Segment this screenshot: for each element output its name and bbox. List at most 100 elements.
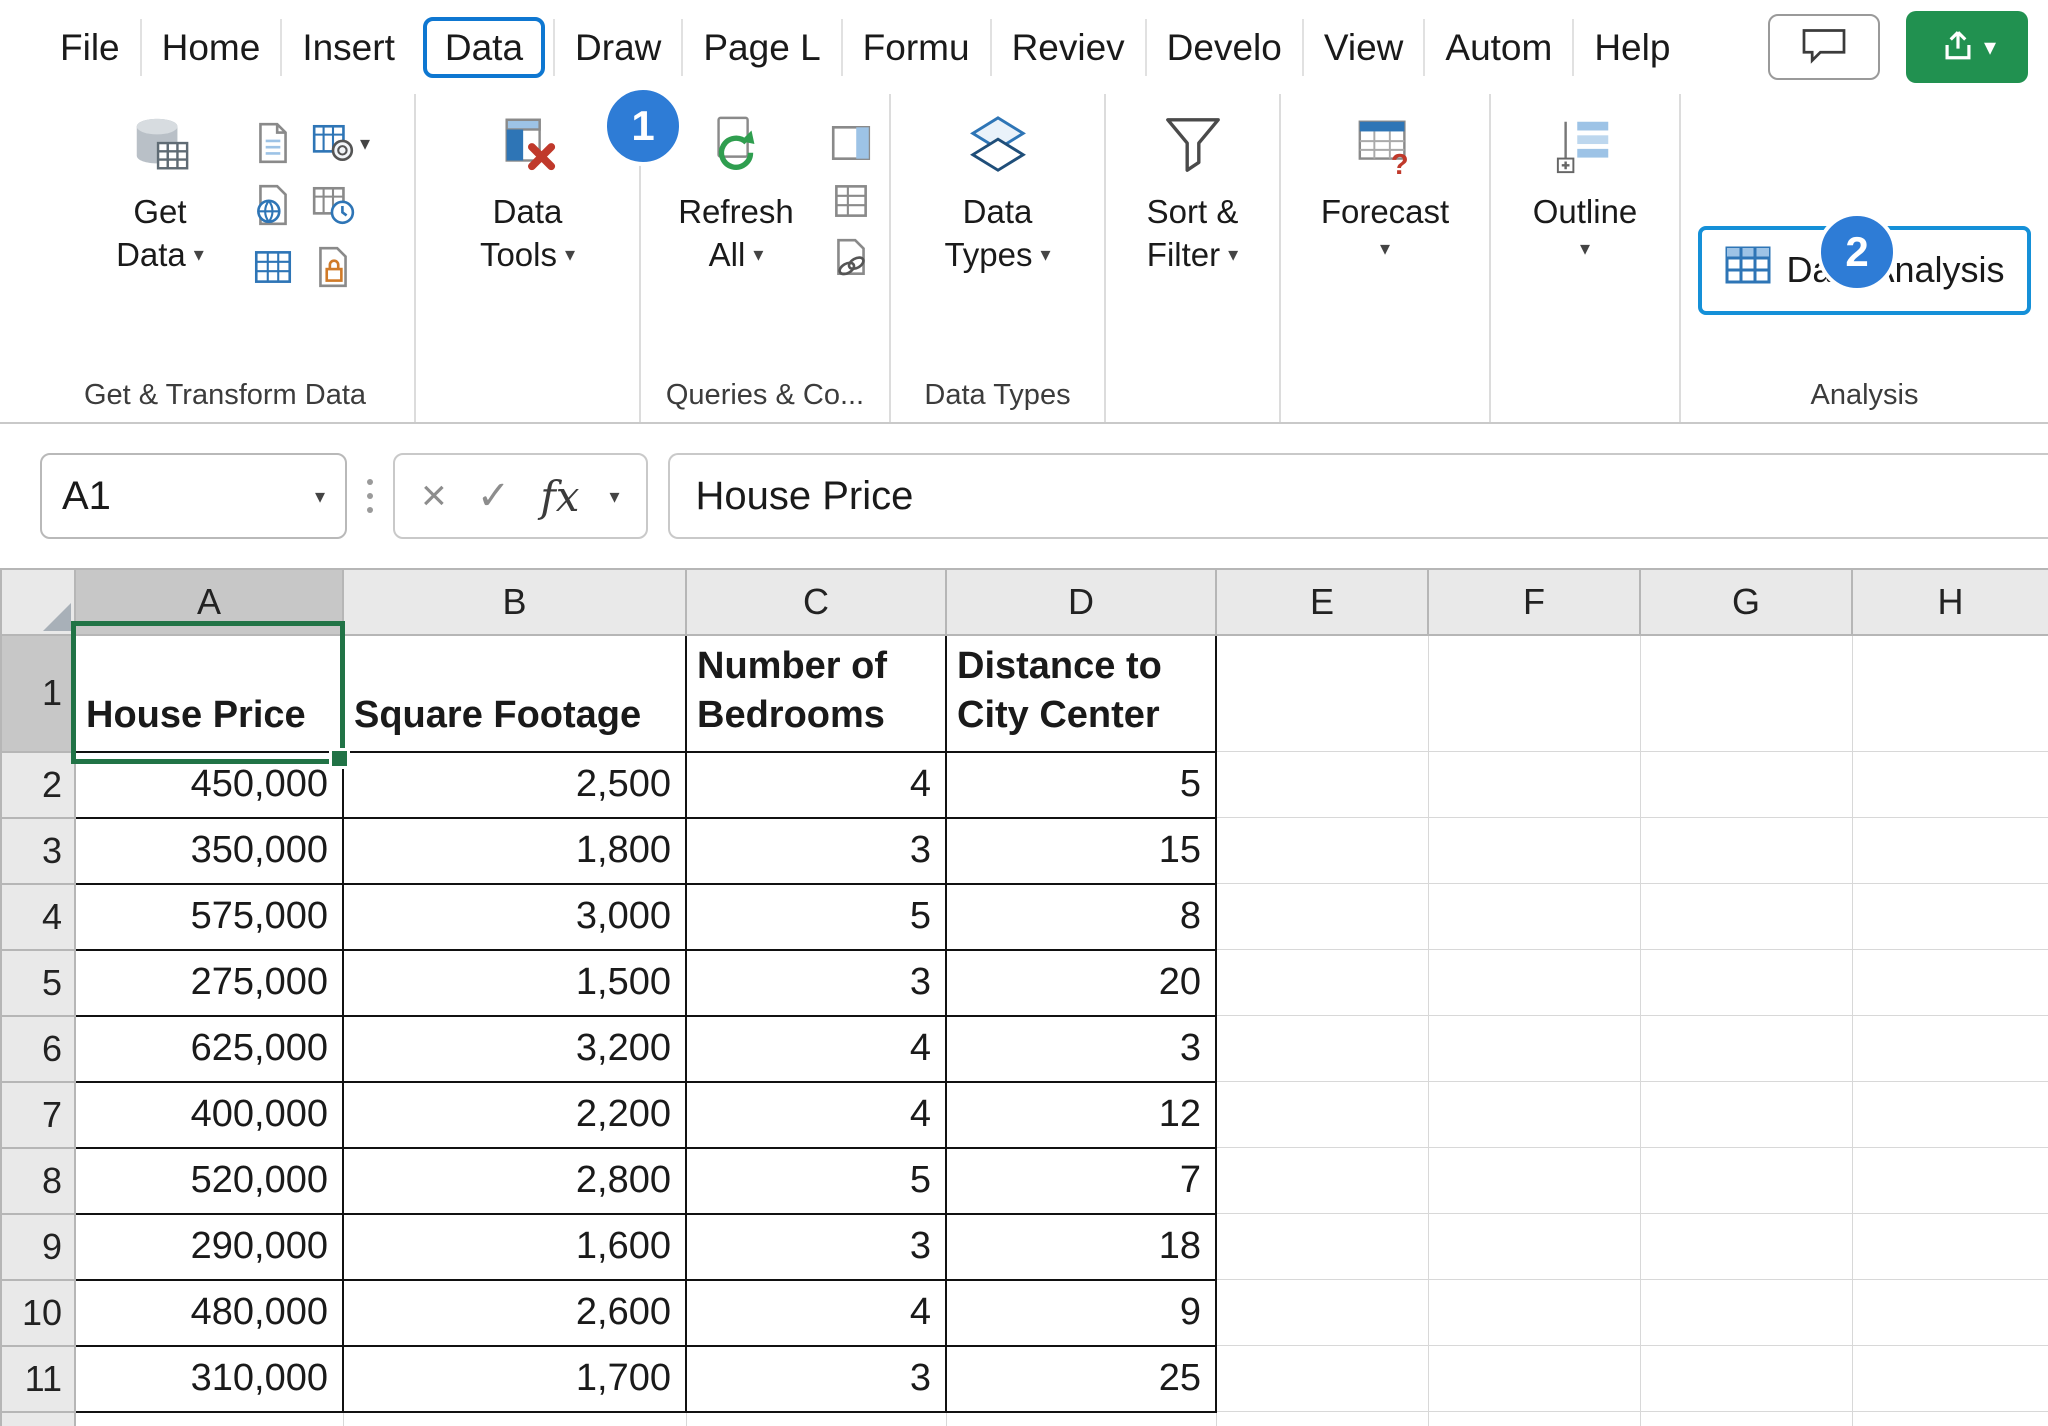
cell[interactable] xyxy=(1851,1213,2048,1281)
cell-C3[interactable]: 3 xyxy=(685,816,947,885)
cell-B6[interactable]: 3,200 xyxy=(342,1014,687,1083)
row-header-10[interactable]: 10 xyxy=(0,1278,76,1347)
cell-B5[interactable]: 1,500 xyxy=(342,948,687,1017)
row-header-9[interactable]: 9 xyxy=(0,1212,76,1281)
cell-D1[interactable]: Distance to City Center xyxy=(945,634,1217,753)
cell-D4[interactable]: 8 xyxy=(945,882,1217,951)
cell-B9[interactable]: 1,600 xyxy=(342,1212,687,1281)
tab-draw[interactable]: Draw xyxy=(553,18,681,76)
row-header-7[interactable]: 7 xyxy=(0,1080,76,1149)
row-header-11[interactable]: 11 xyxy=(0,1344,76,1413)
cell-D6[interactable]: 3 xyxy=(945,1014,1217,1083)
row-header-5[interactable]: 5 xyxy=(0,948,76,1017)
col-header-H[interactable]: H xyxy=(1851,568,2048,636)
cell-B4[interactable]: 3,000 xyxy=(342,882,687,951)
cell[interactable] xyxy=(1639,751,1853,819)
cell[interactable] xyxy=(1639,1147,1853,1215)
cell[interactable] xyxy=(1851,1345,2048,1413)
properties-button[interactable] xyxy=(828,178,874,224)
tab-file[interactable]: File xyxy=(40,19,140,76)
tab-view[interactable]: View xyxy=(1301,18,1424,76)
cell[interactable] xyxy=(1851,751,2048,819)
tab-developer[interactable]: Develo xyxy=(1144,18,1302,76)
select-all-corner[interactable] xyxy=(0,568,76,636)
sort-filter-button[interactable]: Sort & Filter ▾ xyxy=(1113,110,1273,277)
col-header-C[interactable]: C xyxy=(685,568,947,636)
row-header-1[interactable]: 1 xyxy=(0,634,76,753)
cell-B11[interactable]: 1,700 xyxy=(342,1344,687,1413)
existing-connections-button[interactable] xyxy=(310,244,370,290)
cell[interactable] xyxy=(1427,949,1641,1017)
col-header-D[interactable]: D xyxy=(945,568,1217,636)
cell[interactable] xyxy=(1851,817,2048,885)
cell[interactable] xyxy=(1427,1081,1641,1149)
cell-C1[interactable]: Number of Bedrooms xyxy=(685,634,947,753)
cell-B3[interactable]: 1,800 xyxy=(342,816,687,885)
cell-D2[interactable]: 5 xyxy=(945,750,1217,819)
tab-insert[interactable]: Insert xyxy=(280,18,415,76)
cell[interactable] xyxy=(1427,817,1641,885)
cell[interactable] xyxy=(1215,883,1429,951)
cell[interactable] xyxy=(1639,883,1853,951)
cell[interactable] xyxy=(1851,1411,2048,1426)
cell[interactable] xyxy=(1851,949,2048,1017)
from-picture-button[interactable]: ▾ xyxy=(310,120,370,166)
from-table-button[interactable] xyxy=(250,244,296,290)
cell-B1[interactable]: Square Footage xyxy=(342,634,687,753)
row-header-8[interactable]: 8 xyxy=(0,1146,76,1215)
cell-A8[interactable]: 520,000 xyxy=(74,1146,344,1215)
cell[interactable] xyxy=(1427,1411,1641,1426)
cell[interactable] xyxy=(1427,1213,1641,1281)
row-header-3[interactable]: 3 xyxy=(0,816,76,885)
cell-A5[interactable]: 275,000 xyxy=(74,948,344,1017)
cell-D8[interactable]: 7 xyxy=(945,1146,1217,1215)
row-header-4[interactable]: 4 xyxy=(0,882,76,951)
cell-C4[interactable]: 5 xyxy=(685,882,947,951)
cell-C11[interactable]: 3 xyxy=(685,1344,947,1413)
cell[interactable] xyxy=(1851,883,2048,951)
cell[interactable] xyxy=(1851,1147,2048,1215)
cell[interactable] xyxy=(1427,751,1641,819)
cell[interactable] xyxy=(1639,817,1853,885)
from-web-button[interactable] xyxy=(250,182,296,228)
cell-D5[interactable]: 20 xyxy=(945,948,1217,1017)
cell-B8[interactable]: 2,800 xyxy=(342,1146,687,1215)
cell-B10[interactable]: 2,600 xyxy=(342,1278,687,1347)
insert-function-icon[interactable]: fx xyxy=(540,472,579,521)
outline-button[interactable]: Outline ▾ xyxy=(1505,110,1665,261)
cell-C2[interactable]: 4 xyxy=(685,750,947,819)
recent-sources-button[interactable] xyxy=(310,182,370,228)
data-tools-button[interactable]: Data Tools ▾ xyxy=(448,110,608,277)
cell[interactable] xyxy=(342,1411,687,1426)
row-header-2[interactable]: 2 xyxy=(0,750,76,819)
cell[interactable] xyxy=(1639,1213,1853,1281)
cell-B2[interactable]: 2,500 xyxy=(342,750,687,819)
cell[interactable] xyxy=(1851,634,2048,753)
cell-A6[interactable]: 625,000 xyxy=(74,1014,344,1083)
cell-A7[interactable]: 400,000 xyxy=(74,1080,344,1149)
col-header-G[interactable]: G xyxy=(1639,568,1853,636)
forecast-button[interactable]: ? Forecast ▾ xyxy=(1305,110,1465,261)
cell[interactable] xyxy=(1215,751,1429,819)
cell-A4[interactable]: 575,000 xyxy=(74,882,344,951)
cell-A2[interactable]: 450,000 xyxy=(74,750,344,819)
cell[interactable] xyxy=(1427,1147,1641,1215)
col-header-E[interactable]: E xyxy=(1215,568,1429,636)
formula-input[interactable]: House Price xyxy=(667,453,2048,539)
cell[interactable] xyxy=(1215,1213,1429,1281)
cell[interactable] xyxy=(685,1411,947,1426)
cell[interactable] xyxy=(1427,634,1641,753)
cell[interactable] xyxy=(1215,1345,1429,1413)
col-header-B[interactable]: B xyxy=(342,568,687,636)
edit-links-button[interactable] xyxy=(828,236,874,282)
row-header-12[interactable] xyxy=(0,1410,76,1426)
cell[interactable] xyxy=(1639,1015,1853,1083)
row-header-6[interactable]: 6 xyxy=(0,1014,76,1083)
cell[interactable] xyxy=(74,1411,344,1426)
share-button[interactable]: ▾ xyxy=(1906,11,2028,83)
cell[interactable] xyxy=(1851,1081,2048,1149)
comments-button[interactable] xyxy=(1768,14,1880,80)
tab-review[interactable]: Reviev xyxy=(989,18,1145,76)
tab-page-layout[interactable]: Page L xyxy=(681,18,840,76)
cell-C9[interactable]: 3 xyxy=(685,1212,947,1281)
